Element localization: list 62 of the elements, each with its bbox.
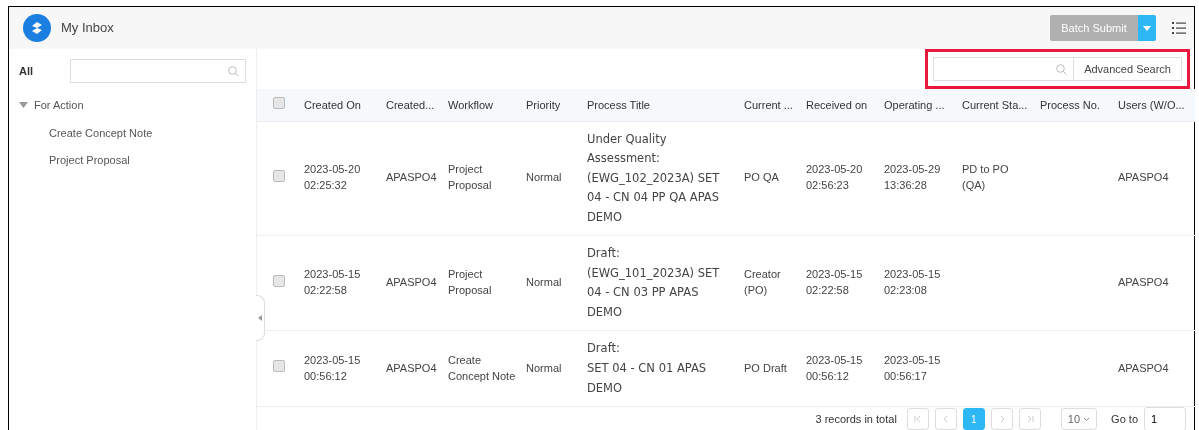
- records-total: 3 records in total: [815, 411, 897, 427]
- table-cell: 2023-05-15 00:56:17: [884, 353, 941, 382]
- previous-page-button[interactable]: [934, 408, 957, 430]
- filter-label: All: [19, 63, 34, 79]
- chevron-down-icon: [1083, 416, 1091, 422]
- last-page-button[interactable]: [1018, 408, 1041, 430]
- table-cell: Project Proposal: [448, 163, 492, 192]
- table-cell: 2023-05-15 02:23:08: [884, 268, 941, 297]
- row-checkbox[interactable]: [272, 360, 285, 373]
- tree-item[interactable]: Project Proposal: [19, 152, 246, 169]
- tree-node-label[interactable]: For Action: [34, 97, 84, 114]
- process-title-cell-text: Under Quality Assessment: (EWG_102_2023A) SET 04 - CN 04 PP QA APAS DEMO: [587, 130, 721, 226]
- goto-field[interactable]: 1: [1144, 407, 1186, 430]
- caret-icon[interactable]: [19, 102, 28, 109]
- next-page-button[interactable]: [990, 408, 1013, 430]
- goto-label: Go to: [1111, 411, 1138, 427]
- row-checkbox[interactable]: [272, 169, 285, 182]
- caret-icon: [258, 315, 262, 321]
- select-all-checkbox[interactable]: [272, 96, 285, 109]
- table-cell: 2023-05-15 02:22:58: [304, 268, 361, 297]
- table-cell: 2023-05-20 02:25:32: [304, 163, 361, 192]
- table-cell: 2023-05-15 00:56:12: [304, 353, 361, 382]
- first-page-button[interactable]: [906, 408, 929, 430]
- search-icon: [228, 65, 239, 77]
- process-title-cell-text: Draft: SET 04 - CN 01 APAS DEMO: [587, 340, 708, 397]
- previous-page-icon: [941, 415, 950, 424]
- table-cell: Normal: [526, 171, 562, 184]
- table-cell: APASPO4: [1118, 361, 1169, 374]
- logo-icon: [23, 14, 51, 42]
- process-title-cell-text: Draft: (EWG_101_2023A) SET 04 - CN 03 PP APAS DEMO: [587, 245, 721, 321]
- dropdown-button[interactable]: [1138, 15, 1156, 41]
- page-size-select[interactable]: 10: [1060, 408, 1098, 430]
- table-cell: APASPO4: [1118, 276, 1169, 289]
- search-field[interactable]: [70, 59, 246, 83]
- first-page-icon: [913, 415, 922, 424]
- page-title: My Inbox: [61, 19, 114, 38]
- advanced-search-button[interactable]: Advanced Search: [1073, 57, 1182, 81]
- table-cell: PD to PO (QA): [962, 163, 1009, 192]
- table-cell: PO Draft: [744, 361, 787, 374]
- table-cell: 2023-05-29 13:36:28: [884, 163, 941, 192]
- table-cell: 2023-05-15 02:22:58: [806, 268, 863, 297]
- table-cell: APASPO4: [386, 361, 437, 374]
- table-cell: 2023-05-15 00:56:12: [806, 353, 863, 382]
- table-cell: Create Concept Note: [448, 353, 516, 382]
- row-checkbox[interactable]: [272, 274, 285, 287]
- collapse-handle[interactable]: [256, 295, 265, 341]
- search-icon: [1056, 63, 1068, 75]
- table-cell: APASPO4: [386, 171, 437, 184]
- tree-item[interactable]: Create Concept Note: [19, 124, 246, 141]
- table-cell: APASPO4: [1118, 171, 1169, 184]
- table-cell: PO QA: [744, 171, 779, 184]
- table-cell: Creator (PO): [744, 268, 781, 297]
- table-cell: Normal: [526, 361, 562, 374]
- table-cell: Project Proposal: [448, 268, 492, 297]
- last-page-icon: [1025, 415, 1034, 424]
- table-cell: APASPO4: [386, 276, 437, 289]
- menu-icon[interactable]: [1172, 22, 1186, 34]
- search-field[interactable]: [933, 57, 1074, 81]
- column-header[interactable]: Process Title: [587, 98, 650, 111]
- table-cell: 2023-05-20 02:56:23: [806, 163, 863, 192]
- caret-icon: [1143, 25, 1151, 31]
- table-cell: Normal: [526, 276, 562, 289]
